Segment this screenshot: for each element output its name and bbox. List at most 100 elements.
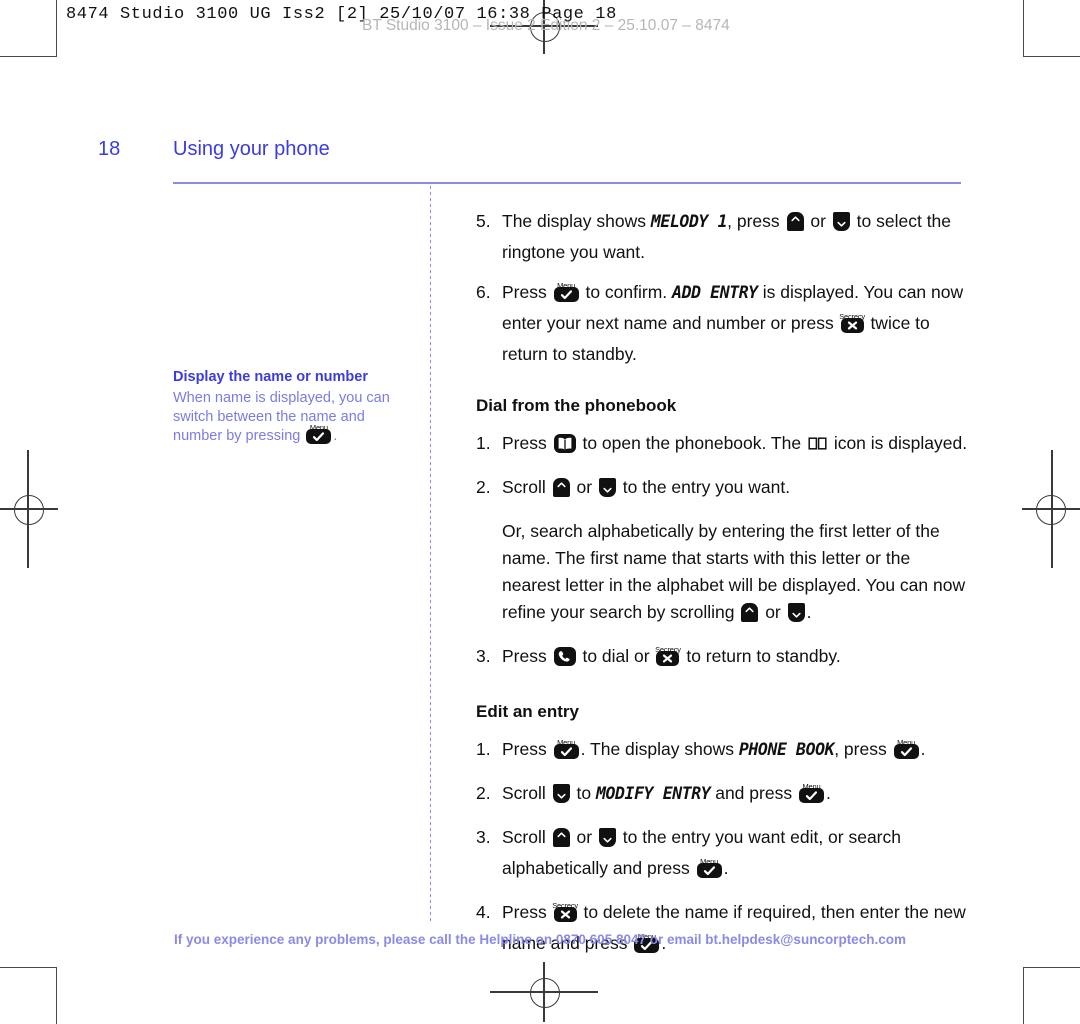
- chevron-down-icon: [603, 837, 612, 843]
- menu-key-icon: Menu: [696, 857, 722, 886]
- dial-key-icon: [553, 647, 576, 674]
- secrecy-key-icon: Secrecy: [839, 312, 865, 341]
- step-body: Scroll or to the entry you want edit, or…: [502, 824, 968, 886]
- check-icon: [313, 432, 325, 442]
- menu-key-cap: [798, 788, 824, 803]
- chevron-up-icon: [557, 482, 566, 488]
- crop-mark-bottom-right: [1023, 967, 1080, 1024]
- registration-mark-left: [0, 450, 60, 570]
- step-text: .: [920, 739, 926, 759]
- scroll-up-key-cap: [552, 828, 570, 847]
- sidebar-note-text-before: When name is displayed, you can switch b…: [173, 390, 390, 444]
- lcd-display-text: ADD ENTRY: [672, 283, 758, 302]
- page-number: 18: [98, 138, 121, 160]
- step-text: Press: [502, 739, 552, 759]
- lcd-display-text: MELODY 1: [650, 212, 728, 231]
- step-text: .: [723, 858, 729, 878]
- scroll-down-key-icon: [552, 784, 570, 811]
- scroll-down-key-icon: [598, 478, 616, 505]
- menu-key-icon: Menu: [798, 782, 824, 811]
- step-text: Press: [502, 282, 552, 302]
- phonebook-display-icon: [808, 432, 827, 459]
- registration-circle: [1036, 495, 1066, 525]
- menu-key-cap: [696, 863, 722, 878]
- chevron-down-icon: [792, 612, 801, 618]
- check-icon: [560, 747, 572, 757]
- step-number: 3.: [476, 827, 491, 847]
- step-text: Press: [502, 902, 552, 922]
- step-text: to dial or: [577, 646, 655, 666]
- step-text: , press: [727, 211, 785, 231]
- step-item: 2. Scroll to MODIFY ENTRY and press Menu…: [476, 780, 968, 811]
- crop-mark-bottom-left: [0, 967, 57, 1024]
- scroll-up-key-icon: [552, 828, 570, 855]
- step-body: Press Secrecy to delete the name if requ…: [502, 899, 968, 961]
- scroll-up-key-cap: [741, 603, 759, 622]
- step-item: 3. Press to dial or Secrecy to return to…: [476, 643, 968, 674]
- step-text: .: [825, 783, 831, 803]
- step-item: 2. Scroll or to the entry you want.: [476, 474, 968, 505]
- chevron-up-icon: [557, 832, 566, 838]
- step-text: Press: [502, 646, 552, 666]
- step-text: Scroll: [502, 477, 551, 497]
- registration-circle: [530, 978, 560, 1008]
- scroll-up-key-cap: [786, 212, 804, 231]
- menu-key-cap: [553, 287, 579, 302]
- step-text: Scroll: [502, 827, 551, 847]
- step-body: Scroll to MODIFY ENTRY and press Menu.: [502, 780, 968, 811]
- step-number: 6.: [476, 282, 491, 302]
- phonebook-key-cap: [553, 434, 576, 453]
- scroll-up-key-icon: [552, 478, 570, 505]
- step-text: Press: [502, 433, 552, 453]
- scroll-down-key-cap: [598, 478, 616, 497]
- step-text: or: [571, 477, 597, 497]
- paragraph-text: or: [760, 602, 786, 622]
- sidebar-note-text-after: .: [333, 428, 338, 444]
- secrecy-key-cap: [840, 318, 864, 333]
- menu-key-cap: [893, 744, 919, 759]
- chevron-up-icon: [745, 607, 754, 613]
- secrecy-key-icon: Secrecy: [552, 901, 578, 930]
- check-icon: [900, 747, 912, 757]
- scroll-down-key-icon: [832, 212, 850, 239]
- secrecy-key-cap: [553, 907, 577, 922]
- section-heading-dial: Dial from the phonebook: [476, 396, 677, 415]
- chevron-down-icon: [837, 221, 846, 227]
- registration-circle: [14, 495, 44, 525]
- step-number: 5.: [476, 211, 491, 231]
- scroll-down-key-cap: [832, 212, 850, 231]
- paragraph-text: Or, search alphabetically by entering th…: [502, 521, 966, 622]
- phone-handset-icon: [558, 651, 570, 662]
- scroll-up-key-cap: [552, 478, 570, 497]
- step-item: 1. Press to open the phonebook. The icon…: [476, 430, 968, 461]
- column-divider: [430, 186, 431, 924]
- chevron-down-icon: [603, 487, 612, 493]
- section-heading-edit: Edit an entry: [476, 702, 579, 721]
- main-content-column: 5. The display shows MELODY 1, press or …: [476, 208, 968, 974]
- crop-mark-top-left: [0, 0, 57, 57]
- sidebar-note-body: When name is displayed, you can switch b…: [173, 389, 403, 450]
- crop-mark-top-right: [1023, 0, 1080, 57]
- cross-icon: [560, 910, 570, 919]
- menu-key-icon: Menu: [553, 738, 579, 767]
- page-title: Using your phone: [173, 138, 330, 160]
- step-text: . The display shows: [580, 739, 739, 759]
- step-body: Press to open the phonebook. The icon is…: [502, 430, 968, 461]
- step-item: 6. Press Menu to confirm. ADD ENTRY is d…: [476, 279, 968, 368]
- secrecy-key-icon: Secrecy: [655, 645, 681, 674]
- scroll-down-key-icon: [598, 828, 616, 855]
- scroll-up-key-icon: [741, 603, 759, 630]
- step-item: 1. Press Menu. The display shows PHONE B…: [476, 736, 968, 767]
- check-icon: [560, 290, 572, 300]
- step-text: to confirm.: [580, 282, 673, 302]
- dial-key-cap: [553, 647, 576, 666]
- scroll-down-key-cap: [598, 828, 616, 847]
- chevron-up-icon: [790, 216, 800, 222]
- check-icon: [805, 791, 818, 801]
- menu-key-icon: Menu: [553, 281, 579, 310]
- menu-key-cap: [306, 429, 332, 444]
- menu-key-icon: Menu: [306, 423, 332, 450]
- header-rule: [173, 182, 961, 184]
- menu-key-icon: Menu: [893, 738, 919, 767]
- sidebar-note: Display the name or number When name is …: [173, 368, 403, 450]
